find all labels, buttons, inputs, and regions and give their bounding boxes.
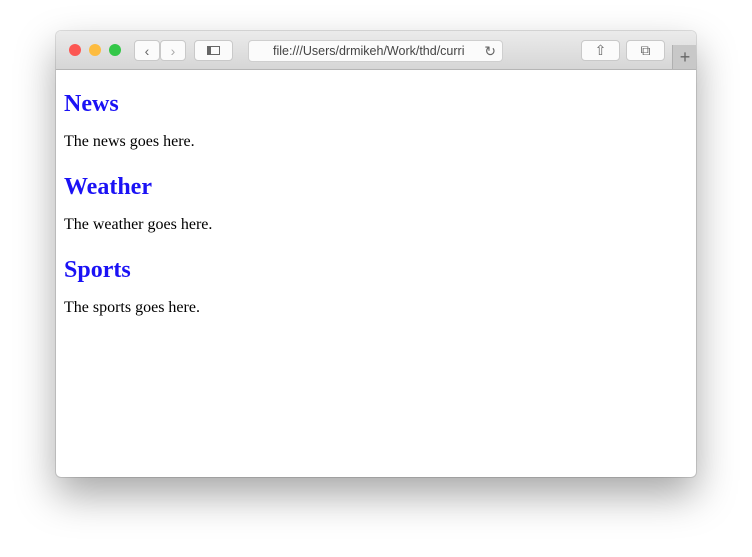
url-text: file:///Users/drmikeh/Work/thd/curri — [273, 44, 465, 58]
tabs-button[interactable]: ⧉ — [626, 40, 665, 61]
tabs-icon: ⧉ — [640, 42, 651, 58]
page-content: News The news goes here. Weather The wea… — [64, 69, 212, 318]
browser-window: ‹ › file:///Users/drmikeh/Work/thd/curri… — [56, 31, 696, 477]
share-icon: ⇧ — [594, 42, 607, 58]
new-tab-button[interactable]: + — [672, 45, 696, 69]
weather-heading: Weather — [64, 174, 152, 200]
toolbar: ‹ › file:///Users/drmikeh/Work/thd/curri… — [56, 31, 696, 70]
plus-icon: + — [679, 47, 691, 67]
sports-text: The sports goes here. — [64, 299, 200, 316]
back-button[interactable]: ‹ — [134, 40, 160, 61]
chevron-right-icon: › — [170, 42, 176, 59]
news-heading: News — [64, 91, 119, 117]
share-button[interactable]: ⇧ — [581, 40, 620, 61]
chevron-left-icon: ‹ — [144, 42, 150, 59]
sidebar-button[interactable] — [194, 40, 233, 61]
news-text: The news goes here. — [64, 133, 195, 150]
forward-button[interactable]: › — [160, 40, 186, 61]
close-button[interactable] — [69, 44, 81, 56]
sports-heading: Sports — [64, 257, 131, 283]
address-bar[interactable]: file:///Users/drmikeh/Work/thd/curri ↻ — [248, 40, 503, 62]
reload-icon[interactable]: ↻ — [484, 41, 496, 61]
sidebar-icon — [207, 46, 220, 55]
minimize-button[interactable] — [89, 44, 101, 56]
zoom-button[interactable] — [109, 44, 121, 56]
weather-text: The weather goes here. — [64, 216, 213, 233]
